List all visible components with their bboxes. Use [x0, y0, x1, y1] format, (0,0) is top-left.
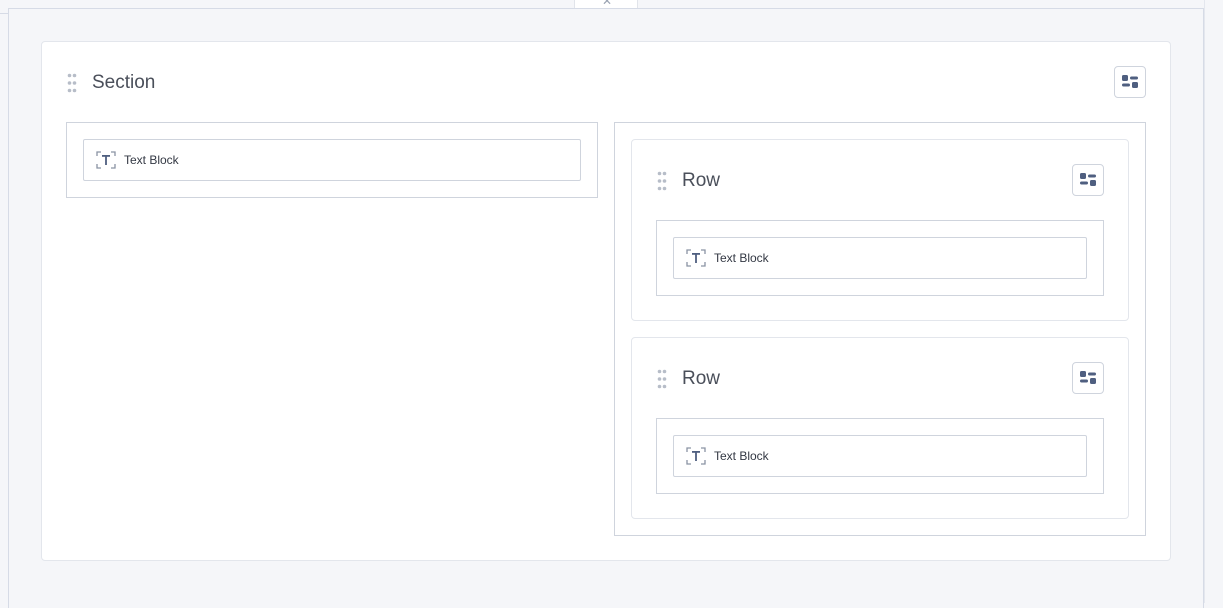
text-block-label: Text Block	[714, 251, 769, 265]
text-block-icon	[686, 447, 706, 465]
ruler-tick	[0, 13, 8, 14]
left-column: Text Block	[66, 122, 598, 198]
row-column: Text Block	[656, 220, 1104, 296]
text-block[interactable]: Text Block	[673, 237, 1087, 279]
row-title: Row	[682, 170, 721, 191]
row-settings-button[interactable]	[1072, 362, 1104, 394]
text-block[interactable]: Text Block	[83, 139, 581, 181]
drag-handle-icon[interactable]	[67, 73, 77, 93]
settings-toggle-icon	[1080, 173, 1096, 186]
text-block[interactable]: Text Block	[673, 435, 1087, 477]
right-divider	[1204, 0, 1205, 603]
text-block-label: Text Block	[124, 153, 179, 167]
settings-toggle-icon	[1122, 75, 1138, 88]
close-tab[interactable]: ✕	[574, 0, 638, 8]
row-title: Row	[682, 368, 721, 389]
close-icon[interactable]: ✕	[601, 0, 613, 6]
drag-handle-icon[interactable]	[657, 369, 667, 389]
row-column: Text Block	[656, 418, 1104, 494]
row-container: Row Text Block	[631, 337, 1129, 519]
row-container: Row Text Block	[631, 139, 1129, 321]
settings-toggle-icon	[1080, 371, 1096, 384]
text-block-icon	[96, 151, 116, 169]
text-block-label: Text Block	[714, 449, 769, 463]
section-container: Section Text Block Row Text Block Row Te…	[41, 41, 1171, 561]
row-settings-button[interactable]	[1072, 164, 1104, 196]
section-settings-button[interactable]	[1114, 66, 1146, 98]
drag-handle-icon[interactable]	[657, 171, 667, 191]
text-block-icon	[686, 249, 706, 267]
right-column: Row Text Block Row Text Block	[614, 122, 1146, 536]
section-title: Section	[92, 72, 156, 93]
